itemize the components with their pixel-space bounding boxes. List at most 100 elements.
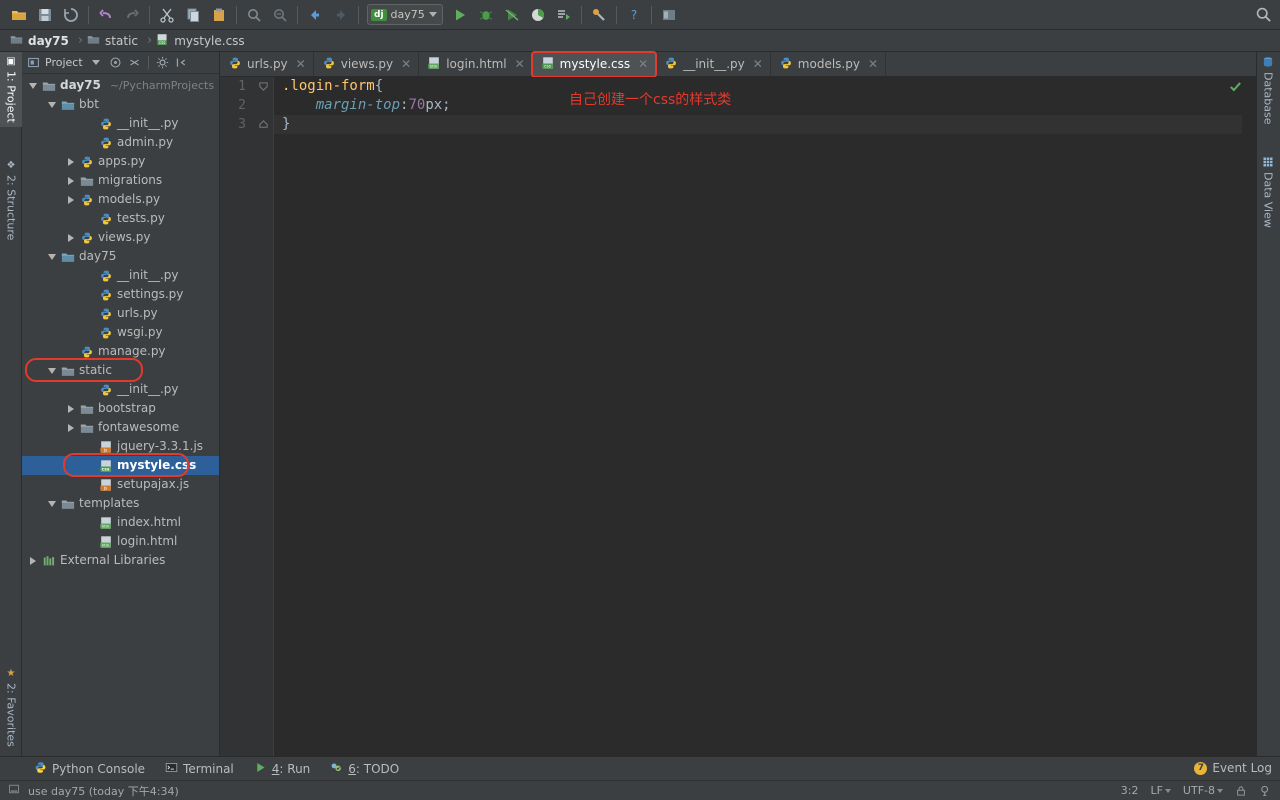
tree-node-views-py[interactable]: views.py xyxy=(22,228,219,247)
tree-node-mystyle-css[interactable]: cssmystyle.css xyxy=(22,456,219,475)
tree-node--init-py[interactable]: __init__.py xyxy=(22,114,219,133)
lock-icon[interactable] xyxy=(1235,785,1247,797)
event-log-button[interactable]: 7 Event Log xyxy=(1194,756,1272,780)
cut-icon[interactable] xyxy=(154,3,180,27)
close-icon[interactable]: ✕ xyxy=(868,57,878,71)
chevron-right-icon[interactable] xyxy=(66,399,76,418)
tool-window-terminal[interactable]: Terminal xyxy=(157,759,242,779)
chevron-right-icon[interactable] xyxy=(66,171,76,190)
copy-icon[interactable] xyxy=(180,3,206,27)
find-icon[interactable] xyxy=(241,3,267,27)
fold-marker-close-icon[interactable] xyxy=(256,115,270,134)
project-tree[interactable]: day75~/PycharmProjectsbbt__init__.pyadmi… xyxy=(22,74,219,756)
tree-node-login-html[interactable]: htmlogin.html xyxy=(22,532,219,551)
memory-indicator-icon[interactable] xyxy=(8,783,20,798)
close-icon[interactable]: ✕ xyxy=(753,57,763,71)
tree-node-bbt[interactable]: bbt xyxy=(22,95,219,114)
tree-node-setupajax-js[interactable]: jssetupajax.js xyxy=(22,475,219,494)
debug-icon[interactable] xyxy=(473,3,499,27)
layout-icon[interactable] xyxy=(656,3,682,27)
tree-node--init-py[interactable]: __init__.py xyxy=(22,380,219,399)
tree-node-tests-py[interactable]: tests.py xyxy=(22,209,219,228)
inspector-icon[interactable] xyxy=(1259,784,1272,797)
chevron-right-icon[interactable] xyxy=(66,152,76,171)
tree-node--init-py[interactable]: __init__.py xyxy=(22,266,219,285)
tree-node-templates[interactable]: templates xyxy=(22,494,219,513)
chevron-down-icon[interactable] xyxy=(28,76,38,95)
sidebar-item-favorites[interactable]: ★ 2: Favorites xyxy=(0,664,22,751)
line-separator-selector[interactable]: LF xyxy=(1150,784,1170,797)
tree-node-settings-py[interactable]: settings.py xyxy=(22,285,219,304)
tool-window-python-console[interactable]: Python Console xyxy=(26,759,153,779)
editor-tab-models-py[interactable]: models.py✕ xyxy=(771,52,886,76)
tree-node-jquery-3-3-1-js[interactable]: jsjquery-3.3.1.js xyxy=(22,437,219,456)
caret-position[interactable]: 3:2 xyxy=(1121,784,1139,797)
undo-icon[interactable] xyxy=(93,3,119,27)
tree-node-day75[interactable]: day75~/PycharmProjects xyxy=(22,76,219,95)
editor-tab-urls-py[interactable]: urls.py✕ xyxy=(220,52,314,76)
attach-icon[interactable] xyxy=(551,3,577,27)
open-folder-icon[interactable] xyxy=(6,3,32,27)
encoding-selector[interactable]: UTF-8 xyxy=(1183,784,1223,797)
code-editor[interactable]: 1 2 3 .login-form{ margin-top:70px; } 自己… xyxy=(220,77,1256,756)
run-configuration-selector[interactable]: dj day75 xyxy=(367,4,443,25)
tree-node-models-py[interactable]: models.py xyxy=(22,190,219,209)
chevron-down-icon[interactable] xyxy=(47,494,57,513)
tree-node-apps-py[interactable]: apps.py xyxy=(22,152,219,171)
ok-check-icon[interactable] xyxy=(1229,80,1242,96)
sidebar-item-data-view[interactable]: Data View xyxy=(1256,152,1280,232)
replace-icon[interactable] xyxy=(267,3,293,27)
paste-icon[interactable] xyxy=(206,3,232,27)
tree-node-wsgi-py[interactable]: wsgi.py xyxy=(22,323,219,342)
chevron-down-icon[interactable] xyxy=(47,361,57,380)
editor-tab-views-py[interactable]: views.py✕ xyxy=(314,52,419,76)
hide-panel-icon[interactable] xyxy=(174,55,189,70)
synchronize-icon[interactable] xyxy=(58,3,84,27)
editor-marker-bar[interactable] xyxy=(1242,102,1256,756)
forward-icon[interactable] xyxy=(328,3,354,27)
collapse-all-icon[interactable] xyxy=(127,55,142,70)
editor-tab-mystyle-css[interactable]: cssmystyle.css✕ xyxy=(533,52,657,76)
tree-node-index-html[interactable]: htmindex.html xyxy=(22,513,219,532)
sidebar-item-project[interactable]: ▣ 1: Project xyxy=(0,52,22,127)
close-icon[interactable]: ✕ xyxy=(515,57,525,71)
tree-node-day75[interactable]: day75 xyxy=(22,247,219,266)
tree-node-fontawesome[interactable]: fontawesome xyxy=(22,418,219,437)
tree-node-migrations[interactable]: migrations xyxy=(22,171,219,190)
sidebar-item-database[interactable]: Database xyxy=(1256,52,1280,129)
search-everywhere-icon[interactable] xyxy=(1255,6,1272,26)
chevron-down-icon[interactable] xyxy=(89,55,104,70)
chevron-down-icon[interactable] xyxy=(47,247,57,266)
close-icon[interactable]: ✕ xyxy=(638,57,648,71)
fold-marker-open-icon[interactable] xyxy=(256,77,270,96)
coverage-icon[interactable] xyxy=(499,3,525,27)
redo-icon[interactable] xyxy=(119,3,145,27)
sidebar-item-structure[interactable]: ❖ 2: Structure xyxy=(0,156,22,244)
close-icon[interactable]: ✕ xyxy=(401,57,411,71)
gear-icon[interactable] xyxy=(155,55,170,70)
chevron-right-icon[interactable] xyxy=(28,551,38,570)
tree-node-bootstrap[interactable]: bootstrap xyxy=(22,399,219,418)
tree-node-external-libraries[interactable]: External Libraries xyxy=(22,551,219,570)
save-all-icon[interactable] xyxy=(32,3,58,27)
editor-tab-bar[interactable]: urls.py✕views.py✕htmlogin.html✕cssmystyl… xyxy=(220,52,1256,77)
help-icon[interactable]: ? xyxy=(621,3,647,27)
breadcrumb-item-mystyle-css[interactable]: css mystyle.css xyxy=(154,31,251,51)
tree-node-manage-py[interactable]: manage.py xyxy=(22,342,219,361)
target-icon[interactable] xyxy=(108,55,123,70)
close-icon[interactable]: ✕ xyxy=(296,57,306,71)
tree-node-urls-py[interactable]: urls.py xyxy=(22,304,219,323)
back-icon[interactable] xyxy=(302,3,328,27)
profile-icon[interactable] xyxy=(525,3,551,27)
chevron-down-icon[interactable] xyxy=(47,95,57,114)
editor-tab-login-html[interactable]: htmlogin.html✕ xyxy=(419,52,532,76)
breadcrumb-item-day75[interactable]: day75 xyxy=(8,31,76,51)
run-icon[interactable] xyxy=(447,3,473,27)
breadcrumb-item-static[interactable]: static xyxy=(85,31,145,51)
chevron-right-icon[interactable] xyxy=(66,190,76,209)
editor-gutter[interactable]: 1 2 3 xyxy=(220,77,274,756)
chevron-right-icon[interactable] xyxy=(66,418,76,437)
editor-tab--init-py[interactable]: __init__.py✕ xyxy=(656,52,771,76)
tree-node-admin-py[interactable]: admin.py xyxy=(22,133,219,152)
tree-node-static[interactable]: static xyxy=(22,361,219,380)
